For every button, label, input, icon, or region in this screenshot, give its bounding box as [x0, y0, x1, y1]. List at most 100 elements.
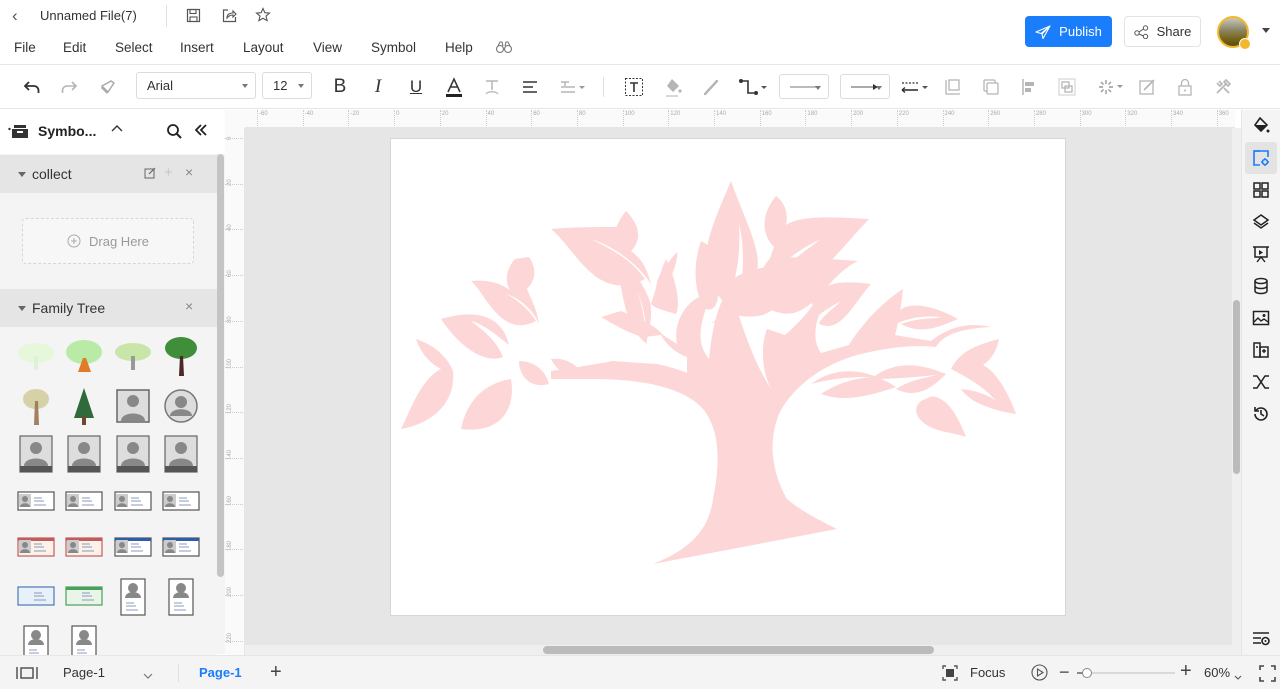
play-icon[interactable]	[1031, 664, 1048, 684]
menu-edit[interactable]: Edit	[63, 40, 86, 55]
scrollbar-thumb[interactable]	[543, 646, 934, 654]
add-page-icon[interactable]: +	[270, 661, 282, 684]
tools-icon[interactable]	[1211, 75, 1235, 99]
binoculars-icon[interactable]	[495, 40, 513, 57]
send-back-icon[interactable]	[979, 75, 1003, 99]
menu-layout[interactable]: Layout	[243, 40, 284, 55]
spacing-icon[interactable]	[558, 75, 588, 99]
symbol-portrait-card-3[interactable]	[14, 622, 58, 655]
lock-icon[interactable]	[1173, 75, 1197, 99]
expand-icon[interactable]	[18, 171, 26, 177]
line-color-icon[interactable]	[699, 75, 723, 99]
zoom-slider-handle[interactable]	[1081, 668, 1092, 678]
presentation-icon[interactable]	[1245, 238, 1277, 270]
page-panel-icon[interactable]	[16, 666, 38, 683]
scrollbar-thumb[interactable]	[217, 154, 224, 577]
symbol-card-blue-1[interactable]	[111, 526, 155, 570]
star-icon[interactable]	[254, 6, 272, 24]
database-icon[interactable]	[1245, 270, 1277, 302]
left-panel-scrollbar[interactable]	[217, 154, 225, 654]
symbol-bare-tree[interactable]	[14, 384, 58, 428]
canvas-area[interactable]	[245, 128, 1232, 645]
save-icon[interactable]	[184, 6, 202, 24]
symbol-photo-label-2[interactable]	[62, 432, 106, 476]
export-icon[interactable]	[220, 6, 238, 24]
effects-icon[interactable]	[1096, 75, 1126, 99]
scrollbar-thumb[interactable]	[1233, 300, 1240, 474]
chevron-down-icon[interactable]	[142, 668, 154, 683]
edit-shape-icon[interactable]	[1135, 75, 1159, 99]
symbol-photo-square[interactable]	[111, 384, 155, 428]
align-objects-icon[interactable]	[1017, 75, 1041, 99]
bold-icon[interactable]: B	[328, 75, 352, 99]
symbol-portrait-card-1[interactable]	[111, 575, 155, 619]
focus-label[interactable]: Focus	[970, 665, 1005, 680]
image-icon[interactable]	[1245, 302, 1277, 334]
symbol-green-tree[interactable]	[159, 334, 203, 378]
symbol-portrait-card-4[interactable]	[62, 622, 106, 655]
symbol-pine-tree[interactable]	[62, 384, 106, 428]
format-painter-icon[interactable]	[96, 75, 120, 99]
collapse-panel-icon[interactable]	[194, 123, 208, 140]
align-text-icon[interactable]	[518, 75, 542, 99]
vertical-scrollbar[interactable]	[1232, 128, 1241, 655]
arrow-style-select[interactable]	[840, 74, 890, 99]
page-tab-active[interactable]: Page-1	[199, 665, 242, 680]
underline-icon[interactable]: U	[404, 75, 428, 99]
menu-file[interactable]: File	[14, 40, 36, 55]
menu-insert[interactable]: Insert	[180, 40, 214, 55]
connector-style-icon[interactable]	[738, 75, 770, 99]
connector-icon[interactable]	[1245, 366, 1277, 398]
close-icon[interactable]: ×	[185, 298, 193, 314]
page-settings-icon[interactable]	[1245, 142, 1277, 174]
page-selector[interactable]: Page-1	[63, 665, 105, 680]
symbols-icon[interactable]	[1245, 334, 1277, 366]
symbol-portrait-card-2[interactable]	[159, 575, 203, 619]
symbol-photo-circle[interactable]	[159, 384, 203, 428]
symbol-bushy-tree[interactable]	[111, 334, 155, 378]
history-icon[interactable]	[1245, 398, 1277, 430]
menu-view[interactable]: View	[313, 40, 342, 55]
caret-down-icon[interactable]	[1262, 28, 1270, 33]
collapse-up-icon[interactable]	[110, 122, 124, 137]
menu-select[interactable]: Select	[115, 40, 153, 55]
edit-icon[interactable]	[144, 167, 156, 182]
symbol-card-gray-1[interactable]	[14, 480, 58, 524]
horizontal-scrollbar[interactable]	[245, 645, 1232, 655]
back-icon[interactable]: ‹	[12, 6, 18, 26]
publish-button[interactable]: Publish	[1025, 16, 1112, 47]
share-button[interactable]: Share	[1124, 16, 1201, 47]
symbol-photo-label-4[interactable]	[159, 432, 203, 476]
font-family-select[interactable]: Arial	[136, 72, 256, 99]
text-style-icon[interactable]	[480, 75, 504, 99]
family-tree-graphic[interactable]	[391, 139, 1067, 617]
chevron-down-icon[interactable]	[1233, 669, 1243, 684]
font-color-icon[interactable]	[442, 75, 466, 99]
expand-icon[interactable]	[18, 305, 26, 311]
grid-icon[interactable]	[1245, 174, 1277, 206]
add-icon[interactable]: +	[164, 164, 173, 181]
symbol-card-gray-3[interactable]	[111, 480, 155, 524]
fill-icon[interactable]	[1245, 110, 1277, 142]
group-icon[interactable]	[1055, 75, 1079, 99]
line-jump-icon[interactable]	[900, 75, 930, 99]
zoom-slider[interactable]	[1077, 668, 1175, 678]
font-size-select[interactable]: 12	[262, 72, 312, 99]
symbol-photo-label-3[interactable]	[111, 432, 155, 476]
panel-settings-icon[interactable]	[1245, 622, 1277, 654]
section-family-tree[interactable]: Family Tree ×	[0, 289, 217, 327]
zoom-level[interactable]: 60%	[1204, 665, 1230, 680]
fill-color-icon[interactable]	[661, 75, 685, 99]
italic-icon[interactable]: I	[366, 75, 390, 99]
symbol-card-red-1[interactable]	[14, 526, 58, 570]
fullscreen-icon[interactable]	[1259, 665, 1276, 685]
close-icon[interactable]: ×	[185, 164, 193, 180]
redo-icon[interactable]	[57, 75, 81, 99]
bring-front-icon[interactable]	[941, 75, 965, 99]
search-icon[interactable]	[166, 123, 182, 142]
drawing-page[interactable]	[390, 138, 1066, 616]
symbol-card-blue-2[interactable]	[159, 526, 203, 570]
zoom-in-icon[interactable]: +	[1180, 660, 1192, 683]
symbol-cloud-tree[interactable]	[62, 334, 106, 378]
symbol-photo-label-1[interactable]	[14, 432, 58, 476]
